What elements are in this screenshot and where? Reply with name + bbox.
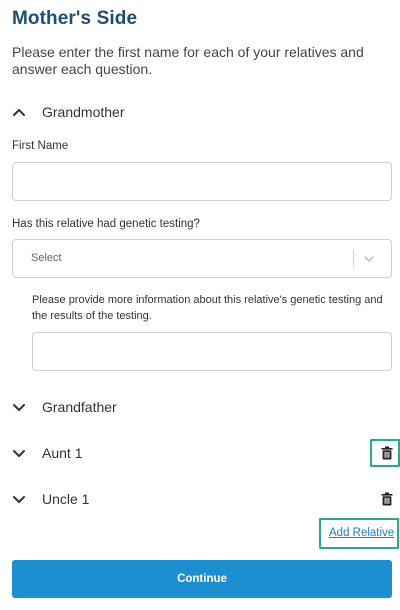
chevron-down-icon bbox=[12, 443, 34, 463]
page-intro: Please enter the first name for each of … bbox=[12, 44, 364, 77]
section-grandfather[interactable]: Grandfather bbox=[12, 397, 392, 417]
page-title: Mother's Side bbox=[12, 8, 138, 29]
first-name-label: First Name bbox=[12, 140, 69, 152]
first-name-field[interactable] bbox=[12, 162, 392, 201]
section-uncle-1-label: Uncle 1 bbox=[42, 491, 90, 507]
continue-button[interactable]: Continue bbox=[12, 560, 392, 598]
chevron-down-icon bbox=[12, 489, 34, 509]
genetic-testing-select-value: Select bbox=[31, 252, 62, 264]
section-grandfather-label: Grandfather bbox=[42, 399, 117, 415]
add-relative-link[interactable]: Add Relative bbox=[329, 527, 394, 539]
genetic-testing-select[interactable]: Select bbox=[12, 239, 392, 278]
trash-icon[interactable] bbox=[381, 446, 393, 460]
select-separator bbox=[353, 250, 354, 268]
section-aunt-1-label: Aunt 1 bbox=[42, 445, 83, 461]
chevron-up-icon bbox=[12, 102, 34, 122]
section-aunt-1[interactable]: Aunt 1 bbox=[12, 443, 342, 463]
trash-icon[interactable] bbox=[381, 492, 393, 506]
section-grandmother[interactable]: Grandmother bbox=[12, 102, 392, 122]
section-grandmother-label: Grandmother bbox=[42, 104, 125, 120]
chevron-down-icon bbox=[12, 397, 34, 417]
genetic-testing-info-label: Please provide more information about th… bbox=[32, 294, 383, 322]
section-uncle-1[interactable]: Uncle 1 bbox=[12, 489, 342, 509]
genetic-testing-label: Has this relative had genetic testing? bbox=[12, 218, 200, 230]
genetic-testing-info-field[interactable] bbox=[32, 332, 392, 371]
chevron-down-icon bbox=[362, 252, 376, 266]
